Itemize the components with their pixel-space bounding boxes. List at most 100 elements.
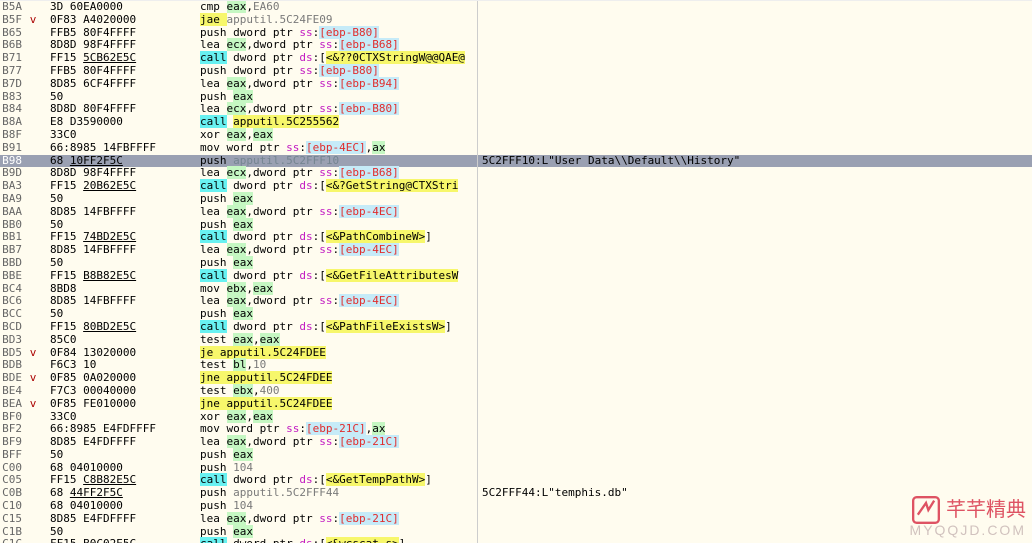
comment-cell[interactable] xyxy=(478,14,1032,27)
comment-cell[interactable] xyxy=(478,103,1032,116)
address-cell[interactable]: B91 xyxy=(0,142,24,155)
disassembly-column[interactable]: cmp eax,EA60jae apputil.5C24FE09push dwo… xyxy=(196,1,478,543)
comment-cell[interactable] xyxy=(478,411,1032,424)
bytes-cell[interactable]: 8D85 E4FDFFFF xyxy=(44,513,196,526)
disasm-cell[interactable]: jne apputil.5C24FDEE xyxy=(196,398,477,411)
address-cell[interactable]: BBE xyxy=(0,270,24,283)
gutter-cell[interactable] xyxy=(24,206,44,219)
comment-cell[interactable] xyxy=(478,257,1032,270)
gutter-cell[interactable]: v xyxy=(24,347,44,360)
gutter-cell[interactable] xyxy=(24,474,44,487)
comment-cell[interactable] xyxy=(478,167,1032,180)
comment-cell[interactable] xyxy=(478,193,1032,206)
bytes-cell[interactable]: 8D85 6CF4FFFF xyxy=(44,78,196,91)
comment-cell[interactable] xyxy=(478,513,1032,526)
comment-cell[interactable] xyxy=(478,180,1032,193)
comment-cell[interactable] xyxy=(478,91,1032,104)
gutter-cell[interactable] xyxy=(24,91,44,104)
comment-cell[interactable] xyxy=(478,398,1032,411)
gutter-cell[interactable] xyxy=(24,500,44,513)
comment-cell[interactable] xyxy=(478,462,1032,475)
comment-cell[interactable] xyxy=(478,116,1032,129)
gutter-cell[interactable]: v xyxy=(24,398,44,411)
gutter-cell[interactable] xyxy=(24,487,44,500)
disasm-cell[interactable]: lea eax,dword ptr ss:[ebp-21C] xyxy=(196,436,477,449)
gutter-cell[interactable] xyxy=(24,295,44,308)
comment-cell[interactable] xyxy=(478,423,1032,436)
address-cell[interactable]: BCC xyxy=(0,308,24,321)
address-cell[interactable]: B5A xyxy=(0,1,24,14)
disasm-cell[interactable]: jne apputil.5C24FDEE xyxy=(196,372,477,385)
address-cell[interactable]: B77 xyxy=(0,65,24,78)
address-cell[interactable]: BFF xyxy=(0,449,24,462)
disasm-cell[interactable]: test eax,eax xyxy=(196,334,477,347)
disasm-cell[interactable]: lea eax,dword ptr ss:[ebp-4EC] xyxy=(196,206,477,219)
gutter-cell[interactable] xyxy=(24,180,44,193)
gutter-cell[interactable] xyxy=(24,167,44,180)
disasm-cell[interactable]: test ebx,400 xyxy=(196,385,477,398)
gutter-cell[interactable] xyxy=(24,270,44,283)
comment-cell[interactable] xyxy=(478,385,1032,398)
comment-cell[interactable] xyxy=(478,65,1032,78)
comment-cell[interactable]: 5C2FFF10:L"User Data\\Default\\History" xyxy=(478,155,1032,168)
comment-cell[interactable] xyxy=(478,1,1032,14)
comment-cell[interactable] xyxy=(478,206,1032,219)
address-cell[interactable]: C15 xyxy=(0,513,24,526)
bytes-cell[interactable]: 0F85 FE010000 xyxy=(44,398,196,411)
comment-cell[interactable] xyxy=(478,52,1032,65)
address-cell[interactable]: BEA xyxy=(0,398,24,411)
bytes-cell[interactable]: 8D85 14FBFFFF xyxy=(44,244,196,257)
bytes-cell[interactable]: 85C0 xyxy=(44,334,196,347)
bytes-cell[interactable]: FF15 80BD2E5C xyxy=(44,321,196,334)
bytes-cell[interactable]: F7C3 00040000 xyxy=(44,385,196,398)
gutter-cell[interactable]: v xyxy=(24,14,44,27)
gutter-cell[interactable] xyxy=(24,39,44,52)
comment-cell[interactable] xyxy=(478,283,1032,296)
comment-cell[interactable] xyxy=(478,321,1032,334)
comment-cell[interactable] xyxy=(478,78,1032,91)
comment-cell[interactable] xyxy=(478,436,1032,449)
address-cell[interactable]: C10 xyxy=(0,500,24,513)
address-cell[interactable]: BAA xyxy=(0,206,24,219)
bytes-cell[interactable]: 0F85 0A020000 xyxy=(44,372,196,385)
gutter-cell[interactable] xyxy=(24,449,44,462)
disasm-cell[interactable]: lea eax,dword ptr ss:[ebp-B94] xyxy=(196,78,477,91)
gutter-cell[interactable] xyxy=(24,283,44,296)
comment-cell[interactable] xyxy=(478,244,1032,257)
comment-cell[interactable] xyxy=(478,334,1032,347)
address-cell[interactable]: BCD xyxy=(0,321,24,334)
bytes-cell[interactable]: FF15 B8B82E5C xyxy=(44,270,196,283)
gutter-cell[interactable] xyxy=(24,321,44,334)
address-cell[interactable]: BBD xyxy=(0,257,24,270)
comment-cell[interactable] xyxy=(478,295,1032,308)
disasm-cell[interactable]: call dword ptr ds:[<&GetFileAttributesW xyxy=(196,270,477,283)
comment-cell[interactable] xyxy=(478,500,1032,513)
gutter-cell[interactable] xyxy=(24,513,44,526)
gutter-cell[interactable] xyxy=(24,462,44,475)
address-cell[interactable]: BD3 xyxy=(0,334,24,347)
address-cell[interactable]: C1C xyxy=(0,538,24,543)
bytes-cell[interactable]: 3D 60EA0000 xyxy=(44,1,196,14)
comment-cell[interactable] xyxy=(478,270,1032,283)
bytes-cell[interactable]: FF15 B0C02E5C xyxy=(44,538,196,543)
comment-cell[interactable] xyxy=(478,538,1032,543)
gutter-cell[interactable] xyxy=(24,257,44,270)
disasm-cell[interactable]: lea eax,dword ptr ss:[ebp-21C] xyxy=(196,513,477,526)
gutter-cell[interactable] xyxy=(24,193,44,206)
bytes-cell[interactable]: FF15 20B62E5C xyxy=(44,180,196,193)
comment-cell[interactable] xyxy=(478,129,1032,142)
address-cell[interactable]: BA9 xyxy=(0,193,24,206)
comment-cell[interactable] xyxy=(478,39,1032,52)
gutter-cell[interactable] xyxy=(24,142,44,155)
comment-cell[interactable] xyxy=(478,231,1032,244)
address-cell[interactable]: BDE xyxy=(0,372,24,385)
bytes-cell[interactable]: 0F83 A4020000 xyxy=(44,14,196,27)
comment-column[interactable]: 5C2FFF10:L"User Data\\Default\\History"5… xyxy=(478,1,1032,543)
gutter-cell[interactable]: v xyxy=(24,372,44,385)
gutter-cell[interactable] xyxy=(24,308,44,321)
comment-cell[interactable] xyxy=(478,372,1032,385)
bytes-cell[interactable]: 50 xyxy=(44,449,196,462)
disasm-cell[interactable]: call dword ptr ds:[<&wcscat_s>] xyxy=(196,538,477,543)
gutter-cell[interactable] xyxy=(24,385,44,398)
comment-cell[interactable] xyxy=(478,526,1032,539)
